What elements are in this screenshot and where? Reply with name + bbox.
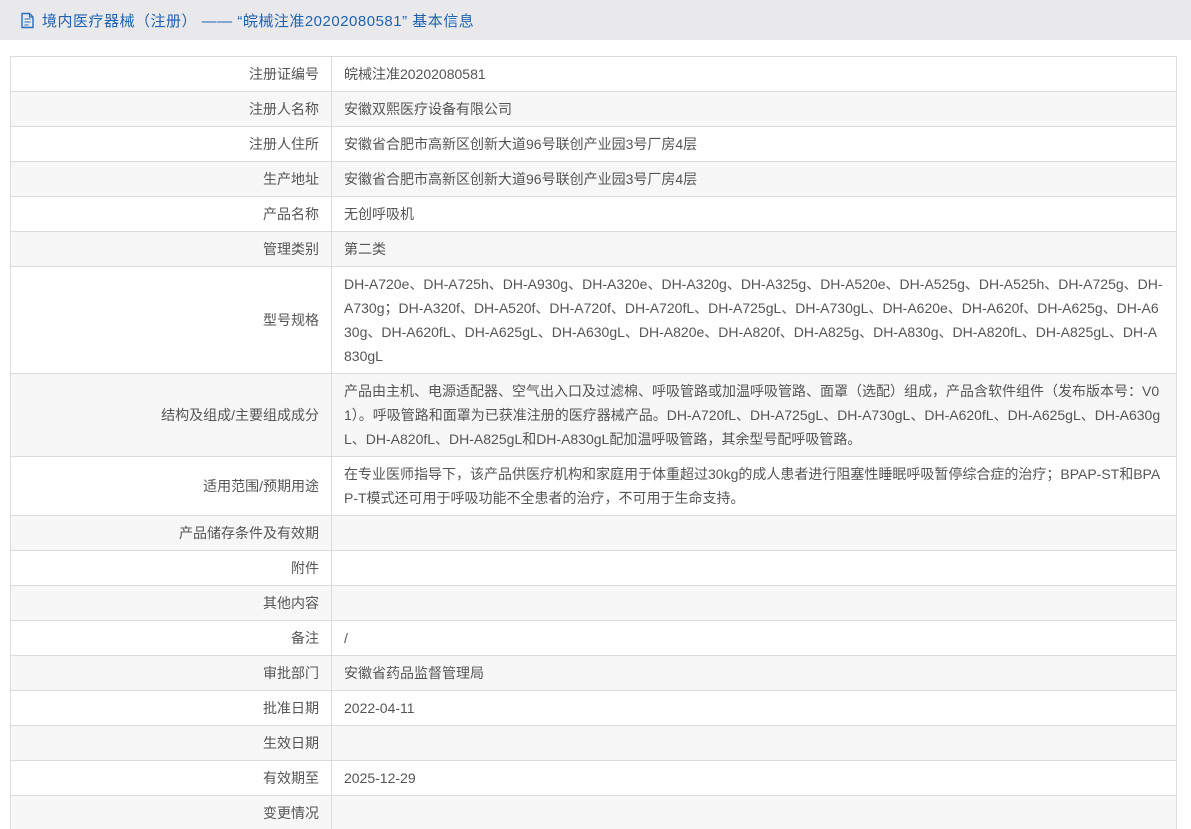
row-label: 其他内容 bbox=[10, 585, 332, 621]
row-label: 变更情况 bbox=[10, 795, 332, 829]
row-value bbox=[331, 550, 1177, 586]
row-value bbox=[331, 725, 1177, 761]
row-value: 产品由主机、电源适配器、空气出入口及过滤棉、呼吸管路或加温呼吸管路、面罩（选配）… bbox=[331, 373, 1177, 457]
row-value: 安徽双熙医疗设备有限公司 bbox=[331, 91, 1177, 127]
row-value: 2022-04-11 bbox=[331, 690, 1177, 726]
table-row-registrant-address: 注册人住所 安徽省合肥市高新区创新大道96号联创产业园3号厂房4层 bbox=[10, 126, 1177, 162]
row-value: 安徽省药品监督管理局 bbox=[331, 655, 1177, 691]
table-row-approval-department: 审批部门 安徽省药品监督管理局 bbox=[10, 655, 1177, 691]
row-value: 第二类 bbox=[331, 231, 1177, 267]
table-row-registrant-name: 注册人名称 安徽双熙医疗设备有限公司 bbox=[10, 91, 1177, 127]
row-value: 无创呼吸机 bbox=[331, 196, 1177, 232]
table-row-other-content: 其他内容 bbox=[10, 585, 1177, 621]
row-label: 批准日期 bbox=[10, 690, 332, 726]
row-label: 备注 bbox=[10, 620, 332, 656]
table-row-approval-date: 批准日期 2022-04-11 bbox=[10, 690, 1177, 726]
page-title: 境内医疗器械（注册） —— “皖械注准20202080581” 基本信息 bbox=[42, 12, 475, 30]
row-label: 注册证编号 bbox=[10, 56, 332, 92]
row-value: DH-A720e、DH-A725h、DH-A930g、DH-A320e、DH-A… bbox=[331, 266, 1177, 374]
table-row-attachments: 附件 bbox=[10, 550, 1177, 586]
row-value bbox=[331, 795, 1177, 829]
table-row-change-status: 变更情况 bbox=[10, 795, 1177, 829]
row-label: 生效日期 bbox=[10, 725, 332, 761]
table-row-structure-composition: 结构及组成/主要组成成分 产品由主机、电源适配器、空气出入口及过滤棉、呼吸管路或… bbox=[10, 373, 1177, 457]
row-value: 在专业医师指导下，该产品供医疗机构和家庭用于体重超过30kg的成人患者进行阻塞性… bbox=[331, 456, 1177, 516]
row-label: 注册人名称 bbox=[10, 91, 332, 127]
row-value: 2025-12-29 bbox=[331, 760, 1177, 796]
table-row-valid-until: 有效期至 2025-12-29 bbox=[10, 760, 1177, 796]
page-header: 境内医疗器械（注册） —— “皖械注准20202080581” 基本信息 bbox=[0, 0, 1191, 40]
table-row-product-name: 产品名称 无创呼吸机 bbox=[10, 196, 1177, 232]
row-label: 产品储存条件及有效期 bbox=[10, 515, 332, 551]
row-label: 生产地址 bbox=[10, 161, 332, 197]
table-row-model-spec: 型号规格 DH-A720e、DH-A725h、DH-A930g、DH-A320e… bbox=[10, 266, 1177, 374]
row-label: 产品名称 bbox=[10, 196, 332, 232]
row-value: / bbox=[331, 620, 1177, 656]
table-row-management-class: 管理类别 第二类 bbox=[10, 231, 1177, 267]
row-value: 安徽省合肥市高新区创新大道96号联创产业园3号厂房4层 bbox=[331, 161, 1177, 197]
registration-info-table: 注册证编号 皖械注准20202080581 注册人名称 安徽双熙医疗设备有限公司… bbox=[10, 56, 1177, 829]
table-row-storage-conditions: 产品储存条件及有效期 bbox=[10, 515, 1177, 551]
row-label: 附件 bbox=[10, 550, 332, 586]
row-label: 适用范围/预期用途 bbox=[10, 456, 332, 516]
row-label: 审批部门 bbox=[10, 655, 332, 691]
table-row-intended-use: 适用范围/预期用途 在专业医师指导下，该产品供医疗机构和家庭用于体重超过30kg… bbox=[10, 456, 1177, 516]
row-label: 注册人住所 bbox=[10, 126, 332, 162]
page: 境内医疗器械（注册） —— “皖械注准20202080581” 基本信息 注册证… bbox=[0, 0, 1191, 829]
row-label: 有效期至 bbox=[10, 760, 332, 796]
row-value bbox=[331, 585, 1177, 621]
row-value bbox=[331, 515, 1177, 551]
table-row-reg-cert-no: 注册证编号 皖械注准20202080581 bbox=[10, 56, 1177, 92]
table-row-remarks: 备注 / bbox=[10, 620, 1177, 656]
table-row-production-address: 生产地址 安徽省合肥市高新区创新大道96号联创产业园3号厂房4层 bbox=[10, 161, 1177, 197]
table-row-effective-date: 生效日期 bbox=[10, 725, 1177, 761]
row-value: 安徽省合肥市高新区创新大道96号联创产业园3号厂房4层 bbox=[331, 126, 1177, 162]
row-label: 结构及组成/主要组成成分 bbox=[10, 373, 332, 457]
row-label: 型号规格 bbox=[10, 266, 332, 374]
row-value: 皖械注准20202080581 bbox=[331, 56, 1177, 92]
document-icon bbox=[20, 12, 35, 29]
row-label: 管理类别 bbox=[10, 231, 332, 267]
